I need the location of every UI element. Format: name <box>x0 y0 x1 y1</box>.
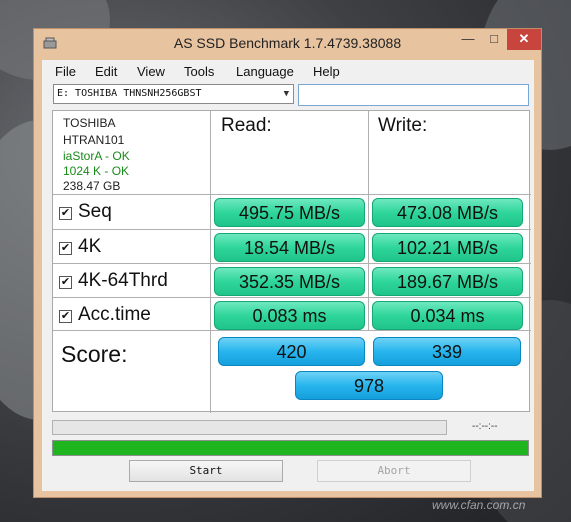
menu-tools[interactable]: Tools <box>184 64 214 79</box>
score-label: Score: <box>61 341 128 367</box>
title-bar[interactable]: AS SSD Benchmark 1.7.4739.38088 — □ ✕ <box>34 29 541 59</box>
grid-divider <box>53 194 531 195</box>
menu-view[interactable]: View <box>137 64 165 79</box>
test-label: 4K <box>78 236 102 257</box>
4k-64thrd-write-result: 189.67 MB/s <box>372 267 523 296</box>
write-header: Write: <box>378 115 428 136</box>
path-input[interactable] <box>298 84 529 106</box>
checkmark-icon[interactable]: ✔ <box>59 310 72 323</box>
test-row-acc-time[interactable]: ✔ Acc.time <box>59 304 151 326</box>
drive-select[interactable]: E: TOSHIBA THNSNH256GBST ▼ <box>53 84 294 104</box>
test-row-4k-64thrd[interactable]: ✔ 4K-64Thrd <box>59 270 168 292</box>
checkmark-icon[interactable]: ✔ <box>59 276 72 289</box>
total-score: 978 <box>295 371 443 400</box>
read-score: 420 <box>218 337 365 366</box>
grid-divider <box>53 229 531 230</box>
drive-select-value: E: TOSHIBA THNSNH256GBST <box>57 88 202 99</box>
grid-divider <box>210 111 211 413</box>
app-window: AS SSD Benchmark 1.7.4739.38088 — □ ✕ Fi… <box>33 28 542 498</box>
seq-read-result: 495.75 MB/s <box>214 198 365 227</box>
close-button[interactable]: ✕ <box>507 29 541 50</box>
overall-progress-fill <box>53 441 528 455</box>
menu-file[interactable]: File <box>55 64 76 79</box>
client-area: File Edit View Tools Language Help E: TO… <box>42 60 534 491</box>
menu-edit[interactable]: Edit <box>95 64 117 79</box>
test-row-seq[interactable]: ✔ Seq <box>59 201 112 223</box>
menu-bar: File Edit View Tools Language Help <box>42 60 534 82</box>
grid-divider <box>53 263 531 264</box>
elapsed-time: --:--:-- <box>472 421 498 432</box>
4k-read-result: 18.54 MB/s <box>214 233 365 262</box>
abort-button[interactable]: Abort <box>317 460 471 482</box>
test-label: Seq <box>78 201 112 222</box>
overall-progress-bar <box>52 440 529 456</box>
test-row-4k[interactable]: ✔ 4K <box>59 236 101 258</box>
drive-firmware: HTRAN101 <box>63 133 125 147</box>
start-button[interactable]: Start <box>129 460 283 482</box>
read-header: Read: <box>221 115 272 136</box>
checkmark-icon[interactable]: ✔ <box>59 242 72 255</box>
checkmark-icon[interactable]: ✔ <box>59 207 72 220</box>
chevron-down-icon: ▼ <box>283 89 289 99</box>
test-progress-bar <box>52 420 447 435</box>
write-score: 339 <box>373 337 521 366</box>
test-label: 4K-64Thrd <box>78 270 168 291</box>
grid-divider <box>53 297 531 298</box>
seq-write-result: 473.08 MB/s <box>372 198 523 227</box>
4k-write-result: 102.21 MB/s <box>372 233 523 262</box>
acc-time-write-result: 0.034 ms <box>372 301 523 330</box>
4k-64thrd-read-result: 352.35 MB/s <box>214 267 365 296</box>
menu-help[interactable]: Help <box>313 64 340 79</box>
drive-capacity: 238.47 GB <box>63 179 121 193</box>
minimize-button[interactable]: — <box>455 29 481 50</box>
alignment-status: 1024 K - OK <box>63 164 130 178</box>
acc-time-read-result: 0.083 ms <box>214 301 365 330</box>
results-grid: TOSHIBA HTRAN101 iaStorA - OK 1024 K - O… <box>52 110 531 413</box>
menu-language[interactable]: Language <box>236 64 294 79</box>
watermark-text: www.cfan.com.cn <box>432 498 526 512</box>
drive-vendor: TOSHIBA <box>63 116 116 130</box>
driver-status: iaStorA - OK <box>63 149 130 163</box>
maximize-button[interactable]: □ <box>481 29 507 50</box>
test-label: Acc.time <box>78 304 151 325</box>
